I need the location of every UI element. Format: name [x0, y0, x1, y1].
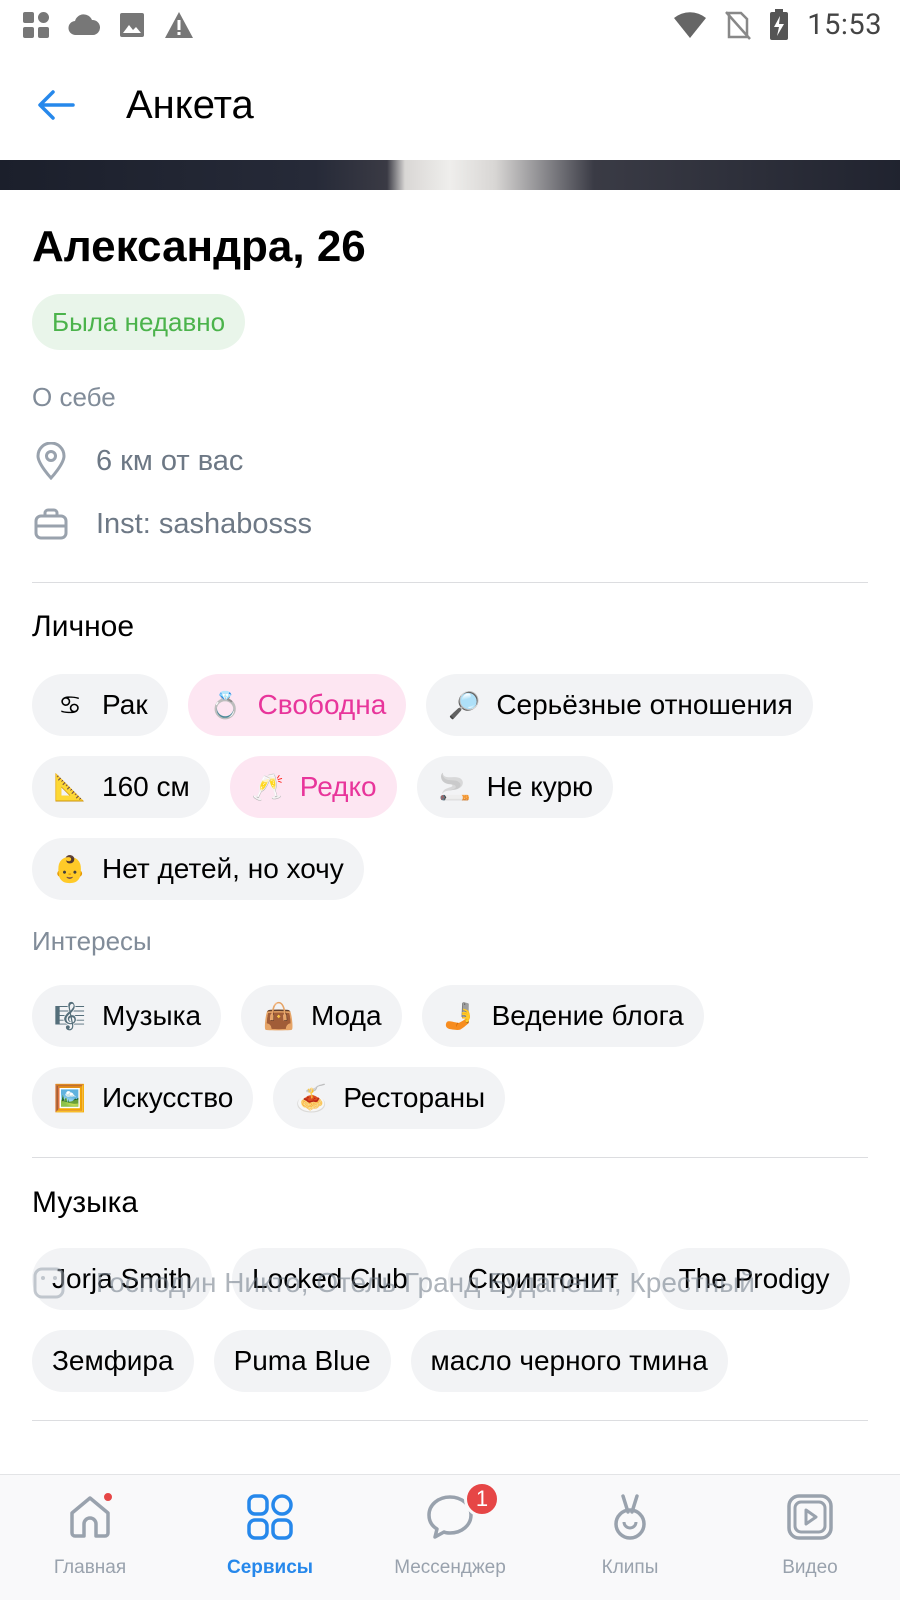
chip[interactable]: 📐 160 см — [32, 756, 210, 818]
bottom-navigation: Главная Сервисы 1 Мессенджер Клипы Видео — [0, 1474, 900, 1600]
chip-label: Рестораны — [343, 1082, 486, 1113]
services-icon — [242, 1489, 298, 1545]
nav-label: Главная — [53, 1557, 127, 1578]
work-text: Inst: sashabosss — [96, 507, 312, 540]
divider — [32, 1420, 868, 1421]
chip[interactable]: 🚬 Не курю — [416, 756, 614, 818]
nav-messenger[interactable]: 1 Мессенджер — [360, 1475, 540, 1600]
chip-label: Свободна — [257, 689, 387, 720]
page-title: Анкета — [126, 82, 254, 127]
app-header: Анкета — [0, 50, 900, 160]
chip-label: Музыка — [102, 1000, 202, 1031]
nav-label: Мессенджер — [394, 1557, 506, 1578]
chip-label: Мода — [311, 1000, 382, 1031]
chip-emoji-icon: 👜 — [262, 1000, 296, 1031]
clips-icon — [602, 1489, 658, 1545]
chip-label: Ведение блога — [491, 1000, 684, 1031]
chip-label: Серьёзные отношения — [496, 689, 793, 720]
movie-icon — [32, 1266, 70, 1300]
chip[interactable]: Земфира — [32, 1330, 194, 1392]
chip-emoji-icon: 🔎 — [448, 689, 481, 720]
chip-label: Рак — [102, 689, 148, 720]
unread-badge: 1 — [464, 1481, 500, 1517]
chip-label: Искусство — [102, 1082, 234, 1113]
chip-emoji-icon: 👶 — [53, 853, 87, 884]
interests-title: Интересы — [32, 926, 152, 956]
chip-label: Редко — [299, 771, 377, 802]
work-row: Inst: sashabosss — [32, 505, 312, 543]
distance-text: 6 км от вас — [96, 444, 244, 477]
notification-dot — [102, 1491, 114, 1503]
chip-emoji-icon: ♋ — [58, 689, 82, 720]
apps-icon — [23, 12, 49, 38]
chip-label: 160 см — [102, 771, 190, 802]
music-section-title: Музыка — [32, 1186, 139, 1219]
chip[interactable]: 💍 Свободна — [187, 674, 407, 736]
no-sim-icon — [725, 11, 752, 40]
nav-services[interactable]: Сервисы — [180, 1475, 360, 1600]
chip-emoji-icon: 🎼 — [53, 1000, 87, 1031]
movies-text: Господин Никто, Отель Гранд Будапешт, Кр… — [96, 1267, 755, 1298]
battery-charging-icon — [770, 9, 789, 40]
nav-video[interactable]: Видео — [720, 1475, 900, 1600]
status-right-icons: 15:53 — [673, 8, 882, 42]
about-label: О себе — [32, 382, 116, 412]
chip[interactable]: 🖼️ Искусство — [32, 1067, 254, 1129]
arrow-left-icon — [38, 90, 75, 120]
distance-row: 6 км от вас — [32, 442, 243, 480]
nav-label: Видео — [782, 1557, 838, 1578]
briefcase-icon — [32, 505, 70, 543]
chip[interactable]: масло черного тмина — [410, 1330, 728, 1392]
chip-emoji-icon: 📐 — [53, 771, 87, 802]
chip-emoji-icon: 🤳 — [443, 1000, 476, 1031]
chip[interactable]: 👜 Мода — [241, 985, 402, 1047]
chip-emoji-icon: 🖼️ — [53, 1082, 87, 1113]
messenger-icon: 1 — [422, 1481, 500, 1545]
chip[interactable]: 🥂 Редко — [229, 756, 397, 818]
movies-row: Господин Никто, Отель Гранд Будапешт, Кр… — [32, 1266, 868, 1300]
divider — [32, 1157, 868, 1158]
chip[interactable]: ♋ Рак — [32, 674, 168, 736]
profile-name: Александра, 26 — [32, 222, 366, 271]
divider — [32, 582, 868, 583]
image-icon — [120, 13, 144, 37]
chip[interactable]: 🎼 Музыка — [32, 985, 222, 1047]
profile-photo[interactable] — [0, 160, 900, 190]
chip-label: Земфира — [52, 1345, 174, 1376]
online-status-badge: Была недавно — [32, 294, 246, 350]
chip-emoji-icon: 🥂 — [251, 771, 284, 802]
nav-home[interactable]: Главная — [0, 1475, 180, 1600]
status-bar: 15:53 — [0, 0, 900, 50]
chip-label: Нет детей, но хочу — [102, 853, 344, 884]
location-pin-icon — [32, 442, 70, 480]
chip[interactable]: 🤳 Ведение блога — [421, 985, 704, 1047]
back-button[interactable] — [26, 75, 86, 135]
chip[interactable]: 🔎 Серьёзные отношения — [426, 674, 813, 736]
wifi-icon — [674, 12, 707, 38]
interest-chips: 🎼 Музыка 👜 Мода 🤳 Ведение блога 🖼️ Искусство 🍝 Ре… — [32, 985, 882, 1129]
status-time: 15:53 — [807, 8, 882, 42]
personal-chips: ♋ Рак 💍 Свободна 🔎 Серьёзные отношения 📐 160 см… — [32, 674, 882, 900]
chip-label: Не курю — [486, 771, 594, 802]
chip[interactable]: 👶 Нет детей, но хочу — [32, 838, 364, 900]
warning-icon — [165, 12, 193, 38]
chip-emoji-icon: 🍝 — [295, 1082, 328, 1113]
nav-clips[interactable]: Клипы — [540, 1475, 720, 1600]
chip-label: масло черного тмина — [430, 1345, 708, 1376]
video-icon — [782, 1489, 838, 1545]
cloud-icon — [68, 14, 100, 36]
chip-emoji-icon: 🚬 — [438, 771, 471, 802]
status-left-icons — [22, 11, 194, 39]
chip[interactable]: 🍝 Рестораны — [273, 1067, 506, 1129]
chip-emoji-icon: 💍 — [209, 689, 242, 720]
personal-section-title: Личное — [32, 610, 135, 643]
chip[interactable]: Puma Blue — [213, 1330, 391, 1392]
nav-label: Сервисы — [226, 1557, 314, 1578]
home-icon — [62, 1489, 118, 1545]
nav-label: Клипы — [601, 1557, 659, 1578]
chip-label: Puma Blue — [233, 1345, 371, 1376]
